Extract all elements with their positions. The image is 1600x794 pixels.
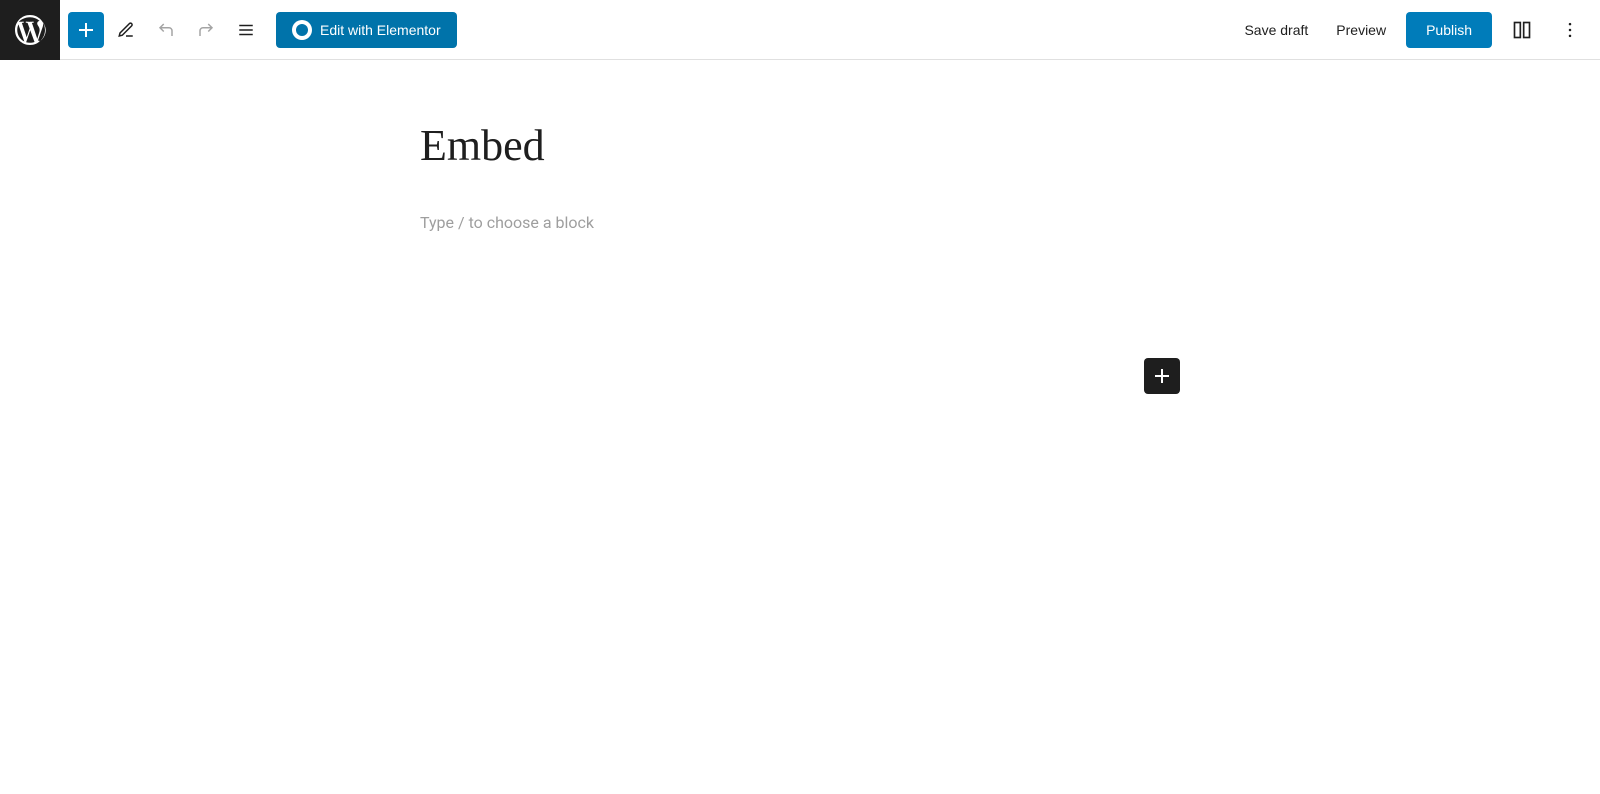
toolbar-right: Save draft Preview Publish [1236, 12, 1588, 48]
undo-button[interactable] [148, 12, 184, 48]
list-view-button[interactable] [228, 12, 264, 48]
toolbar: Edit with Elementor Save draft Preview P… [0, 0, 1600, 60]
redo-button[interactable] [188, 12, 224, 48]
toolbar-left: Edit with Elementor [68, 12, 1236, 48]
save-draft-button[interactable]: Save draft [1236, 16, 1316, 44]
wp-logo [0, 0, 60, 60]
content-area: Embed Type / to choose a block [0, 60, 1600, 734]
block-placeholder[interactable]: Type / to choose a block [420, 213, 1180, 232]
add-block-floating-button[interactable] [1144, 358, 1180, 394]
elementor-icon [292, 20, 312, 40]
edit-with-elementor-button[interactable]: Edit with Elementor [276, 12, 457, 48]
add-block-button[interactable] [68, 12, 104, 48]
page-title[interactable]: Embed [420, 120, 1180, 173]
more-options-button[interactable] [1552, 12, 1588, 48]
preview-button[interactable]: Preview [1328, 16, 1394, 44]
tools-button[interactable] [108, 12, 144, 48]
publish-button[interactable]: Publish [1406, 12, 1492, 48]
editor-wrapper: Embed Type / to choose a block [380, 120, 1220, 232]
edit-elementor-label: Edit with Elementor [320, 22, 441, 38]
view-toggle-button[interactable] [1504, 12, 1540, 48]
